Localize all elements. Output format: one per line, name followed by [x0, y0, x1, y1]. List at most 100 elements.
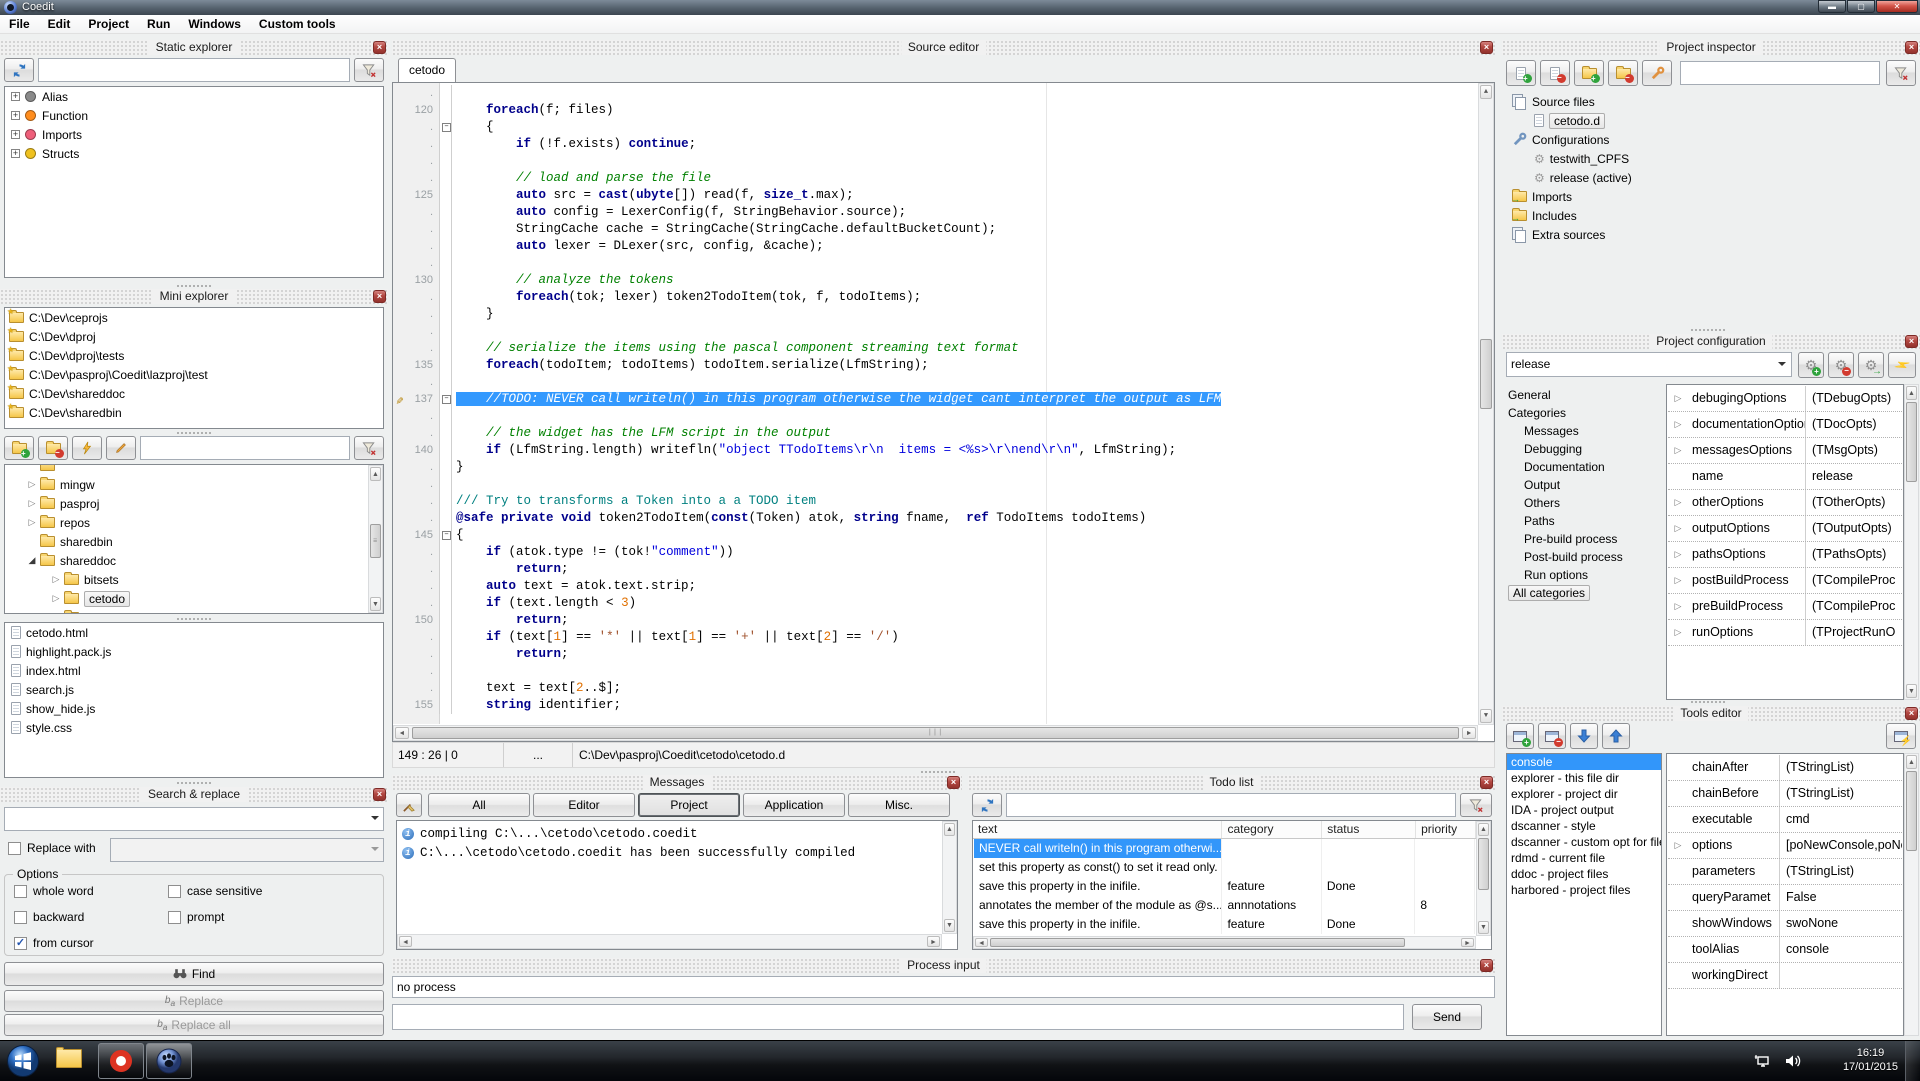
explorer-tree-item-repos[interactable]: ▷repos	[5, 513, 383, 532]
code-line[interactable]: . // serialize the items using the pasca…	[393, 340, 1477, 357]
todo-row[interactable]: save this property in the inifile.featur…	[974, 915, 1475, 934]
inspector-add-folder-button[interactable]: +	[1574, 60, 1604, 86]
code-line[interactable]: . foreach(tok; lexer) token2TodoItem(tok…	[393, 289, 1477, 306]
code-line[interactable]: .	[393, 85, 1477, 102]
messages-tab-editor[interactable]: Editor	[533, 793, 635, 817]
todo-refresh-button[interactable]	[972, 793, 1002, 817]
menu-item-run[interactable]: Run	[138, 15, 179, 33]
static-explorer-filter-input[interactable]	[38, 58, 350, 82]
fold-box-icon[interactable]: –	[442, 395, 451, 404]
source-editor-close-icon[interactable]: ×	[1480, 41, 1493, 54]
editor-hscrollbar[interactable]: ◄ ||| ►	[393, 725, 1478, 741]
todo-filter-button[interactable]	[1460, 793, 1492, 817]
tool-add-button[interactable]: +	[1506, 723, 1534, 749]
menu-item-file[interactable]: File	[0, 15, 39, 33]
property-row-executable[interactable]: executablecmd	[1668, 807, 1902, 833]
todo-column-category[interactable]: category	[1222, 821, 1322, 838]
inspector-item-includes[interactable]: →Includes	[1506, 206, 1916, 225]
code-line[interactable]: ./// Try to transforms a Token into a a …	[393, 493, 1477, 510]
code-line[interactable]: 140 if (LfmString.length) writefln("obje…	[393, 442, 1477, 459]
messages-tab-project[interactable]: Project	[638, 793, 740, 817]
code-line[interactable]: 135 foreach(todoItem; todoItems) todoIte…	[393, 357, 1477, 374]
todo-column-text[interactable]: text	[973, 821, 1222, 838]
explorer-tree-item-sharedbin[interactable]: sharedbin	[5, 532, 383, 551]
process-input-close-icon[interactable]: ×	[1480, 959, 1493, 972]
chevron-down-icon[interactable]	[1778, 362, 1786, 370]
code-line[interactable]: . return;	[393, 561, 1477, 578]
replace-all-button[interactable]: ba Replace all	[4, 1014, 384, 1036]
mini-explorer-edit-button[interactable]	[106, 436, 136, 460]
code-line[interactable]: .– {	[393, 119, 1477, 136]
splitter-handle[interactable]	[1690, 700, 1726, 704]
inspector-add-file-button[interactable]: +	[1506, 60, 1536, 86]
tool-move-up-button[interactable]	[1602, 723, 1630, 749]
messages-close-icon[interactable]: ×	[947, 776, 960, 789]
config-category-paths[interactable]: Paths	[1506, 512, 1662, 530]
replace-input[interactable]	[110, 838, 384, 862]
expand-icon[interactable]: ▷	[1668, 627, 1688, 638]
code-line[interactable]: .	[393, 153, 1477, 170]
code-line[interactable]: . auto lexer = DLexer(src, config, &cach…	[393, 238, 1477, 255]
favorite-folder-item[interactable]: C:\Dev\dproj\tests	[5, 346, 383, 365]
code-line[interactable]: .	[393, 408, 1477, 425]
messages-hscrollbar[interactable]: ◄ ►	[397, 934, 942, 949]
inspector-item-testwith-cpfs[interactable]: ⚙testwith_CPFS	[1506, 149, 1916, 168]
expand-icon[interactable]: ◢	[27, 555, 37, 566]
minimize-button[interactable]: ▬	[1818, 0, 1846, 13]
expand-icon[interactable]: ▷	[1668, 840, 1688, 851]
tool-item-dscanner-custom-opt-for-file[interactable]: dscanner - custom opt for file	[1507, 834, 1661, 850]
expand-icon[interactable]: ▷	[1668, 497, 1688, 508]
static-tree-item-imports[interactable]: +Imports	[5, 125, 383, 144]
property-row-chainAfter[interactable]: chainAfter(TStringList)	[1668, 755, 1902, 781]
explorer-tree-item-bitsets[interactable]: ▷bitsets	[5, 570, 383, 589]
expand-icon[interactable]: ▷	[27, 479, 37, 490]
send-button[interactable]: Send	[1412, 1004, 1482, 1030]
todo-row[interactable]: set this property as const() to set it r…	[974, 858, 1475, 877]
splitter-handle[interactable]	[1690, 328, 1726, 332]
option-checkbox-from-cursor[interactable]: ✓from cursor	[14, 936, 94, 950]
tool-item-rdmd-current-file[interactable]: rdmd - current file	[1507, 850, 1661, 866]
expand-icon[interactable]: +	[11, 130, 20, 139]
property-row-otherOptions[interactable]: ▷otherOptions(TOtherOpts)	[1668, 490, 1902, 516]
property-row-runOptions[interactable]: ▷runOptions(TProjectRunO	[1668, 620, 1902, 646]
code-line[interactable]: .}	[393, 459, 1477, 476]
tool-item-harbored-project-files[interactable]: harbored - project files	[1507, 882, 1661, 898]
file-item[interactable]: cetodo.html	[5, 623, 383, 642]
menu-item-project[interactable]: Project	[79, 15, 138, 33]
config-clone-button[interactable]: ⚙→	[1858, 352, 1884, 378]
config-category-debugging[interactable]: Debugging	[1506, 440, 1662, 458]
property-row-outputOptions[interactable]: ▷outputOptions(TOutputOpts)	[1668, 516, 1902, 542]
fold-box-icon[interactable]: –	[442, 123, 451, 132]
property-row-options[interactable]: ▷options[poNewConsole,poNew	[1668, 833, 1902, 859]
inspector-filter-button[interactable]	[1886, 60, 1916, 86]
favorite-folder-item[interactable]: C:\Dev\shareddoc	[5, 384, 383, 403]
tab-cetodo[interactable]: cetodo	[398, 58, 456, 83]
config-category-general[interactable]: General	[1506, 386, 1662, 404]
todo-row[interactable]: save this property in the inifile.featur…	[974, 877, 1475, 896]
explorer-tree-item-mingw[interactable]: ▷mingw	[5, 475, 383, 494]
taskbar-explorer-icon[interactable]	[56, 1049, 82, 1073]
config-category-categories[interactable]: Categories	[1506, 404, 1662, 422]
explorer-tree-item-cetodo[interactable]: ▷cetodo	[5, 589, 383, 608]
favorite-folder-item[interactable]: C:\Dev\dproj	[5, 327, 383, 346]
tools-list[interactable]: consoleexplorer - this file direxplorer …	[1506, 753, 1662, 1036]
file-item[interactable]: search.js	[5, 680, 383, 699]
code-line[interactable]: 125 auto src = cast(ubyte[]) read(f, siz…	[393, 187, 1477, 204]
code-line[interactable]: . text = text[2..$];	[393, 680, 1477, 697]
editor-lines[interactable]: .120 foreach(f; files).– {. if (!f.exist…	[393, 85, 1477, 714]
file-item[interactable]: style.css	[5, 718, 383, 737]
mini-explorer-tree-scrollbar[interactable]: ▲ ≡ ▼	[368, 465, 383, 613]
project-inspector-close-icon[interactable]: ×	[1905, 41, 1918, 54]
config-add-button[interactable]: ⚙+	[1798, 352, 1824, 378]
inspector-item-configurations[interactable]: Configurations	[1506, 130, 1916, 149]
config-remove-button[interactable]: ⚙−	[1828, 352, 1854, 378]
todo-grid[interactable]: textcategorystatuspriority NEVER call wr…	[972, 820, 1492, 950]
expand-icon[interactable]: ▷	[1668, 575, 1688, 586]
mini-explorer-filter-input[interactable]	[140, 436, 350, 460]
static-explorer-refresh-button[interactable]	[4, 58, 34, 82]
todo-list-close-icon[interactable]: ×	[1480, 776, 1493, 789]
message-item[interactable]: iC:\...\cetodo\cetodo.coedit has been su…	[398, 843, 940, 862]
tool-item-ddoc-project-files[interactable]: ddoc - project files	[1507, 866, 1661, 882]
code-line[interactable]: .	[393, 476, 1477, 493]
todo-row[interactable]: NEVER call writeln() in this program oth…	[974, 839, 1475, 858]
